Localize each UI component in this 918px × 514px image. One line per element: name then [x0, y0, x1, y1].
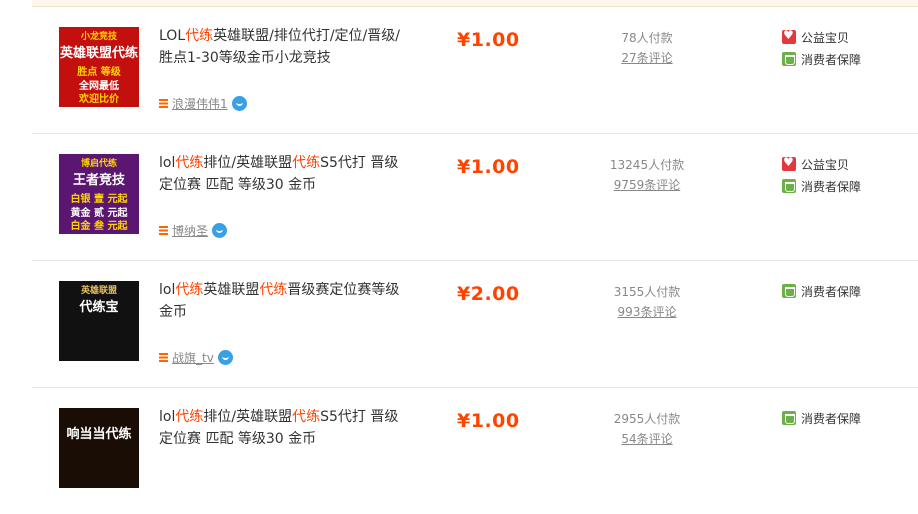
wangwang-chat-icon[interactable]	[212, 223, 228, 238]
title-text: 排位/英雄联盟	[203, 155, 293, 171]
thumbnail-background	[59, 408, 139, 488]
product-title-link[interactable]: lol代练排位/英雄联盟代练S5代打 晋级定位赛 匹配 等级30 金币	[159, 152, 404, 196]
thumbnail-text: 白金 叁 元起	[71, 219, 129, 232]
shield-icon	[782, 411, 796, 425]
service-badge-label: 消费者保障	[801, 179, 862, 194]
thumbnail-text: 王者竞技	[73, 172, 126, 188]
service-badge-label: 消费者保障	[801, 284, 862, 299]
service-badge[interactable]: 消费者保障	[782, 281, 861, 301]
service-badges: 公益宝贝消费者保障	[782, 27, 861, 71]
product-price: ¥1.00	[457, 29, 520, 51]
heart-icon	[782, 155, 796, 171]
service-badge-label: 消费者保障	[801, 411, 862, 426]
product-thumbnail-art: 博启代练王者竞技白银 壹 元起黄金 贰 元起白金 叁 元起	[59, 154, 139, 234]
title-keyword-highlight: 代练	[292, 409, 321, 425]
product-list: 小龙竞技 英雄联盟代练 胜点 等级 全网最低 欢迎比价 LOL代练英雄联盟/排位代打/定位…	[32, 7, 918, 514]
thumbnail-text: 黄金 贰 元起	[71, 206, 129, 219]
product-row: 响当当代练 lol代练排位/英雄联盟代练S5代打 晋级定位赛 匹配 等级30 金币…	[32, 388, 918, 514]
service-badges: 公益宝贝消费者保障	[782, 154, 861, 198]
product-thumbnail[interactable]: 博启代练王者竞技白银 壹 元起 黄金 贰 元起 白金 叁 元起	[59, 154, 139, 234]
product-title-link[interactable]: LOL代练英雄联盟/排位代打/定位/晋级/胜点1-30等级金币小龙竞技	[159, 25, 404, 69]
product-row: 博启代练 王者竞技 白银 壹 元起 黄金 贰 元起 白金 叁 元起 lol代练排位/英雄联…	[32, 134, 918, 261]
paid-count: 3155人付款	[613, 285, 681, 299]
service-badge[interactable]: 消费者保障	[782, 49, 861, 69]
product-title-link[interactable]: lol代练排位/英雄联盟代练S5代打 晋级定位赛 匹配 等级30 金币	[159, 406, 404, 450]
thumbnail-text: 博启代练	[81, 157, 117, 169]
title-keyword-highlight: 代练	[175, 155, 204, 171]
shop-menu-icon	[159, 99, 168, 108]
paid-count: 2955人付款	[613, 412, 681, 426]
paid-count: 13245人付款	[609, 158, 685, 172]
thumbnail-text: 响当当代练	[66, 426, 131, 442]
title-keyword-highlight: 代练	[175, 282, 204, 298]
wangwang-chat-icon[interactable]	[217, 350, 233, 365]
product-thumbnail[interactable]: 英雄联盟 代练宝	[59, 281, 139, 361]
wangwang-chat-icon[interactable]	[231, 96, 247, 111]
title-keyword-highlight: 代练	[185, 28, 214, 44]
thumbnail-text: 小龙竞技	[80, 30, 118, 42]
thumbnail-text: 胜点 等级	[76, 65, 121, 78]
shop-info: 浪漫伟伟1	[159, 95, 247, 112]
product-thumbnail-art: 小龙竞技英雄联盟代练胜点 等级全网最低欢迎比价	[59, 27, 139, 107]
title-text: lol	[159, 282, 176, 298]
shop-info: 战旗_tv	[159, 349, 233, 366]
title-keyword-highlight: 代练	[259, 282, 288, 298]
service-badge-label: 公益宝贝	[801, 157, 850, 172]
paid-count: 78人付款	[621, 31, 673, 45]
service-badge[interactable]: 公益宝贝	[782, 154, 861, 174]
title-keyword-highlight: 代练	[175, 409, 204, 425]
title-text: LOL	[159, 28, 186, 44]
product-row: 英雄联盟代练宝 lol代练英雄联盟代练晋级赛定位赛等级金币战旗_tv ¥2.00 31…	[32, 261, 918, 388]
service-badge-label: 消费者保障	[801, 52, 862, 67]
service-badges: 消费者保障	[782, 408, 861, 430]
thumbnail-text: 白银 壹 元起	[71, 192, 129, 205]
service-badge-label: 公益宝贝	[801, 30, 850, 45]
review-count-link[interactable]: 27条评论	[592, 49, 702, 66]
title-keyword-highlight: 代练	[292, 155, 321, 171]
shield-icon	[782, 179, 796, 193]
thumbnail-text: 英雄联盟	[80, 284, 117, 296]
product-price: ¥2.00	[457, 283, 520, 305]
service-badge[interactable]: 公益宝贝	[782, 27, 861, 47]
product-thumbnail-art: 响当当代练	[59, 408, 139, 488]
service-badge[interactable]: 消费者保障	[782, 176, 861, 196]
review-count-link[interactable]: 9759条评论	[592, 176, 702, 193]
shop-name-link[interactable]: 浪漫伟伟1	[172, 95, 228, 112]
shield-icon	[782, 284, 796, 298]
thumbnail-text: 代练宝	[78, 299, 118, 315]
review-count-link[interactable]: 993条评论	[592, 303, 702, 320]
service-badges: 消费者保障	[782, 281, 861, 303]
shop-menu-icon	[159, 226, 168, 235]
title-text: lol	[159, 155, 176, 171]
review-count-link[interactable]: 54条评论	[592, 430, 702, 447]
title-text: 排位/英雄联盟	[203, 409, 293, 425]
thumbnail-text: 英雄联盟代练	[59, 45, 138, 61]
shop-info: 博纳圣	[159, 222, 228, 239]
thumbnail-text: 全网最低	[78, 79, 119, 92]
product-title-link[interactable]: lol代练英雄联盟代练晋级赛定位赛等级金币	[159, 279, 404, 323]
shop-menu-icon	[159, 353, 168, 362]
heart-icon	[782, 28, 796, 44]
thumbnail-text: 欢迎比价	[78, 92, 120, 105]
product-price: ¥1.00	[457, 156, 520, 178]
product-row: 小龙竞技英雄联盟代练 胜点 等级 全网最低 欢迎比价 LOL代练英雄联盟/排位代打/定位…	[32, 7, 918, 134]
product-thumbnail[interactable]: 响当当代练	[59, 408, 139, 488]
shield-icon	[782, 52, 796, 66]
product-thumbnail[interactable]: 小龙竞技英雄联盟代练 胜点 等级 全网最低 欢迎比价	[59, 27, 139, 107]
title-text: 英雄联盟	[203, 282, 260, 298]
service-badge[interactable]: 消费者保障	[782, 408, 861, 428]
product-thumbnail-art: 英雄联盟代练宝	[59, 281, 139, 361]
top-notice-bar	[32, 0, 918, 7]
title-text: lol	[159, 409, 176, 425]
shop-name-link[interactable]: 博纳圣	[172, 222, 208, 239]
shop-name-link[interactable]: 战旗_tv	[172, 349, 214, 366]
product-price: ¥1.00	[457, 410, 520, 432]
